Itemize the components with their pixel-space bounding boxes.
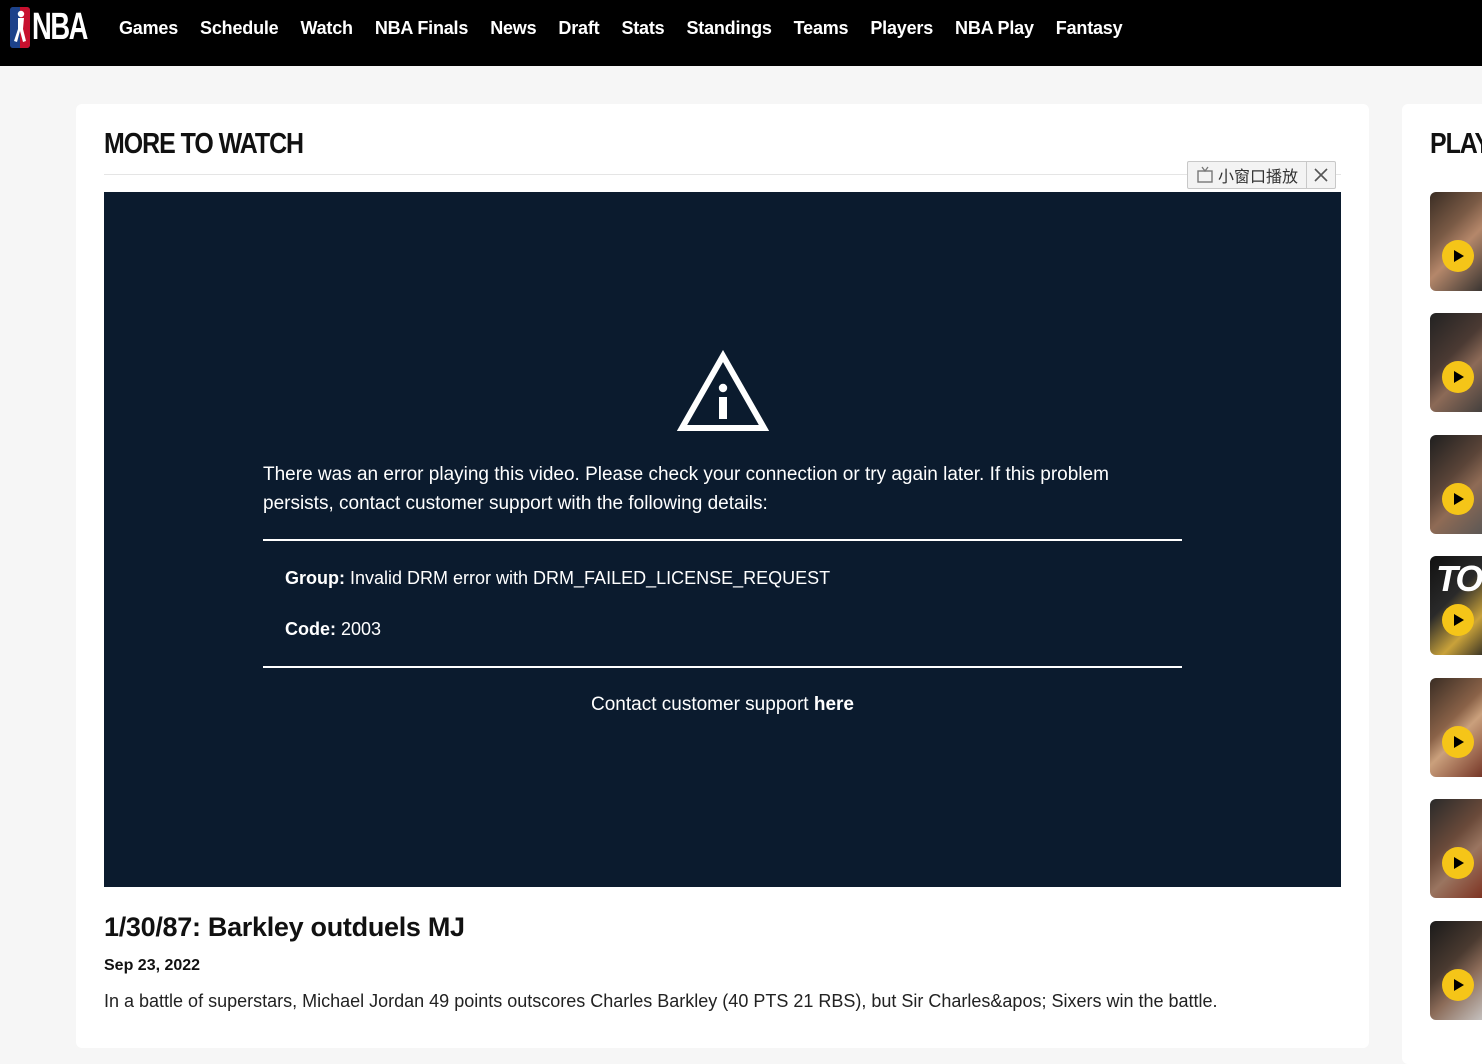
play-icon	[1442, 240, 1474, 272]
nav-players[interactable]: Players	[870, 18, 933, 39]
nav-games[interactable]: Games	[119, 18, 178, 39]
error-code-label: Code:	[285, 619, 336, 639]
error-code: Code: 2003	[285, 619, 381, 640]
section-title: MORE TO WATCH	[104, 128, 304, 160]
nav-schedule[interactable]: Schedule	[200, 18, 279, 39]
play-icon	[1442, 969, 1474, 1001]
top-navigation-bar: NBA Games Schedule Watch NBA Finals News…	[0, 0, 1482, 66]
error-group: Group: Invalid DRM error with DRM_FAILED…	[285, 568, 830, 589]
video-player[interactable]: There was an error playing this video. P…	[104, 192, 1341, 887]
playlist-title: PLAY	[1430, 128, 1482, 160]
play-icon	[1442, 847, 1474, 879]
support-line: Contact customer support here	[104, 694, 1341, 716]
playlist-thumb[interactable]: TOP	[1430, 556, 1482, 655]
details-top-rule	[263, 539, 1182, 541]
pip-close-button[interactable]	[1307, 162, 1335, 188]
nav-nba-finals[interactable]: NBA Finals	[375, 18, 469, 39]
playlist-thumb[interactable]	[1430, 435, 1482, 534]
video-description: In a battle of superstars, Michael Jorda…	[104, 991, 1218, 1011]
nav-draft[interactable]: Draft	[558, 18, 599, 39]
nav-stats[interactable]: Stats	[621, 18, 664, 39]
playlist-panel: PLAY TOP	[1402, 104, 1482, 1064]
error-group-value: Invalid DRM error with DRM_FAILED_LICENS…	[350, 568, 831, 588]
play-icon	[1442, 726, 1474, 758]
nav-standings[interactable]: Standings	[686, 18, 771, 39]
details-bottom-rule	[263, 666, 1182, 668]
video-date: Sep 23, 2022	[104, 957, 201, 974]
more-to-watch-card: MORE TO WATCH 小窗口播放 There was an error p…	[76, 104, 1369, 1048]
nba-logo[interactable]: NBA	[10, 6, 108, 49]
pip-button[interactable]: 小窗口播放	[1188, 162, 1308, 188]
play-icon	[1442, 361, 1474, 393]
playlist-thumb[interactable]	[1430, 313, 1482, 412]
video-title: 1/30/87: Barkley outduels MJ	[104, 912, 465, 942]
nav-teams[interactable]: Teams	[794, 18, 849, 39]
warning-icon	[676, 350, 770, 431]
close-icon	[1314, 168, 1328, 182]
nav-watch[interactable]: Watch	[300, 18, 353, 39]
nav-nba-play[interactable]: NBA Play	[955, 18, 1034, 39]
play-icon	[1442, 604, 1474, 636]
nba-logo-text: NBA	[32, 6, 88, 48]
support-text: Contact customer support	[591, 694, 809, 715]
thumb-top-text: TOP	[1436, 558, 1482, 599]
playlist-thumb[interactable]	[1430, 192, 1482, 291]
playlist-thumb[interactable]	[1430, 921, 1482, 1020]
nba-logo-icon	[10, 7, 30, 48]
error-group-label: Group:	[285, 568, 345, 588]
nav-fantasy[interactable]: Fantasy	[1056, 18, 1123, 39]
playlist-thumb[interactable]	[1430, 799, 1482, 898]
pip-label: 小窗口播放	[1218, 167, 1299, 186]
error-code-value: 2003	[341, 619, 382, 639]
main-nav: Games Schedule Watch NBA Finals News Dra…	[119, 0, 1144, 56]
pip-toolbar: 小窗口播放	[1187, 161, 1337, 189]
nav-news[interactable]: News	[490, 18, 536, 39]
error-message: There was an error playing this video. P…	[263, 464, 1109, 514]
support-link[interactable]: here	[814, 694, 854, 715]
playlist-thumb[interactable]	[1430, 678, 1482, 777]
section-divider	[104, 174, 1341, 175]
tv-icon	[1196, 166, 1214, 184]
play-icon	[1442, 483, 1474, 515]
